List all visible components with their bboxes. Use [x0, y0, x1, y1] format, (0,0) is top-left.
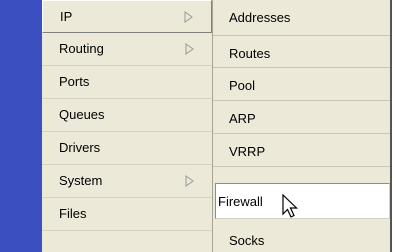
menu-item-label: Ports — [59, 74, 90, 89]
submenu-item-routes[interactable]: Routes — [213, 36, 390, 68]
menu-item-system[interactable]: System — [42, 165, 212, 198]
menu-item-label: Files — [59, 206, 87, 221]
menu-item-label: IP — [60, 9, 73, 24]
submenu-item-label: ARP — [229, 111, 256, 126]
submenu-item-arp[interactable]: ARP — [213, 101, 390, 134]
sidebar-accent-strip — [0, 0, 42, 252]
submenu-item-label: Firewall — [218, 194, 263, 209]
submenu-item-label: Routes — [229, 46, 271, 61]
chevron-right-icon — [184, 11, 193, 23]
menu-item-label: Routing — [59, 41, 104, 56]
menu-item-files[interactable]: Files — [42, 198, 212, 231]
menu-item-queues[interactable]: Queues — [42, 99, 212, 132]
submenu-item-firewall[interactable]: Firewall — [215, 183, 390, 219]
menu-item-ip[interactable]: IP — [42, 0, 212, 33]
ip-submenu: Addresses Routes Pool ARP VRRP Firewall … — [213, 0, 390, 252]
submenu-item-socks[interactable]: Socks — [213, 219, 390, 252]
menu-item-ports[interactable]: Ports — [42, 66, 212, 99]
menu-window: IP Routing Ports Queues Drivers System F… — [0, 0, 392, 252]
submenu-item-label: Addresses — [229, 10, 291, 25]
submenu-item-vrrp[interactable]: VRRP — [213, 134, 390, 167]
submenu-item-label: Pool — [229, 78, 256, 93]
menu-item-label: Drivers — [59, 140, 101, 155]
submenu-item-label: VRRP — [229, 144, 266, 159]
submenu-item-pool[interactable]: Pool — [213, 68, 390, 101]
submenu-item-addresses[interactable]: Addresses — [213, 0, 390, 36]
menu-item-routing[interactable]: Routing — [42, 33, 212, 66]
submenu-item-label: Socks — [229, 233, 265, 248]
menu-item-drivers[interactable]: Drivers — [42, 132, 212, 165]
chevron-right-icon — [185, 43, 194, 55]
menu-item-label: Queues — [59, 107, 105, 122]
menu-item-label: System — [59, 173, 103, 188]
main-menu: IP Routing Ports Queues Drivers System F… — [42, 0, 213, 252]
chevron-right-icon — [185, 175, 194, 187]
